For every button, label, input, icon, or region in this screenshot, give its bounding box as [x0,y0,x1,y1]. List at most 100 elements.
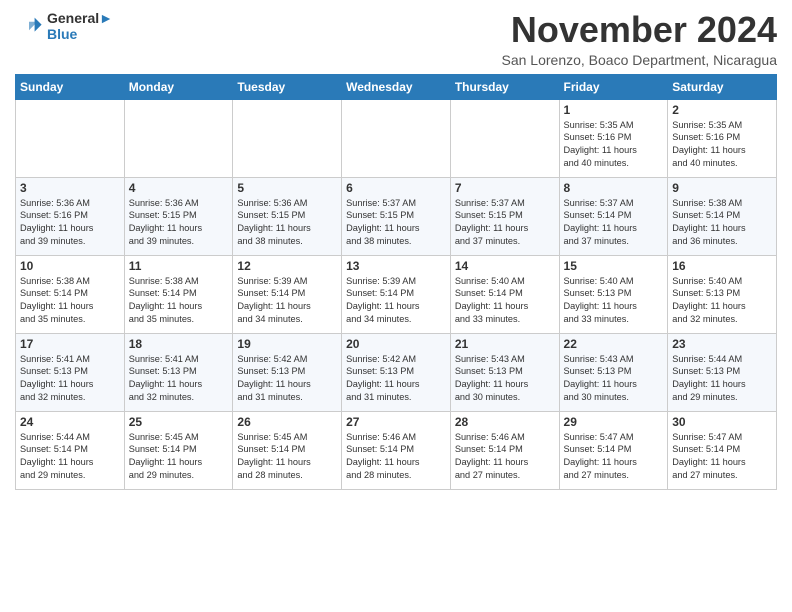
calendar-cell: 10Sunrise: 5:38 AM Sunset: 5:14 PM Dayli… [16,255,125,333]
calendar-cell: 3 Sunrise: 5:36 AM Sunset: 5:16 PM Daylig… [16,177,125,255]
weekday-header-saturday: Saturday [668,74,777,99]
day-number: 26 [237,415,337,429]
calendar-week-row: 10 Sunrise: 5:38 AM Sunset: 5:14 PM Dayli… [16,255,777,333]
calendar-cell: 7 Sunrise: 5:37 AM Sunset: 5:15 PM Daylig… [450,177,559,255]
calendar-cell [450,99,559,177]
day-number: 14 [455,259,555,273]
calendar-cell: 22 Sunrise: 5:43 AM Sunset: 5:13 PM Dayli… [559,333,668,411]
day-number: 2 [672,103,772,117]
weekday-header-row: SundayMondayTuesdayWednesdayThursdayFrid… [16,74,777,99]
day-info: Sunrise: 5:39 AM Sunset: 5:14 PM Dayligh… [346,275,446,327]
calendar-cell: 1Sunrise: 5:35 AM Sunset: 5:16 PM Daylig… [559,99,668,177]
weekday-header-tuesday: Tuesday [233,74,342,99]
day-number: 19 [237,337,337,351]
calendar-cell: 14Sunrise: 5:40 AM Sunset: 5:14 PM Dayli… [450,255,559,333]
day-info: Sunrise: 5:39 AM Sunset: 5:14 PM Dayligh… [237,275,337,327]
day-info: Sunrise: 5:37 AM Sunset: 5:15 PM Dayligh… [455,197,555,249]
calendar-cell: 19 Sunrise: 5:42 AM Sunset: 5:13 PM Dayli… [233,333,342,411]
calendar-cell: 9 Sunrise: 5:38 AM Sunset: 5:14 PM Daylig… [668,177,777,255]
calendar-cell [124,99,233,177]
calendar-week-row: 17 Sunrise: 5:41 AM Sunset: 5:13 PM Dayli… [16,333,777,411]
weekday-header-wednesday: Wednesday [342,74,451,99]
calendar-cell: 4Sunrise: 5:36 AM Sunset: 5:15 PM Daylig… [124,177,233,255]
day-info: Sunrise: 5:47 AM Sunset: 5:14 PM Dayligh… [564,431,664,483]
calendar-cell: 28 Sunrise: 5:46 AM Sunset: 5:14 PM Dayli… [450,411,559,489]
day-number: 28 [455,415,555,429]
location-title: San Lorenzo, Boaco Department, Nicaragua [502,52,778,68]
logo-area: General► Blue [15,10,113,42]
day-info: Sunrise: 5:43 AM Sunset: 5:13 PM Dayligh… [564,353,664,405]
header: General► Blue November 2024 San Lorenzo,… [15,10,777,68]
calendar-cell: 24 Sunrise: 5:44 AM Sunset: 5:14 PM Dayli… [16,411,125,489]
day-info: Sunrise: 5:37 AM Sunset: 5:14 PM Dayligh… [564,197,664,249]
month-title: November 2024 [502,10,778,50]
day-number: 15 [564,259,664,273]
calendar-week-row: 1Sunrise: 5:35 AM Sunset: 5:16 PM Daylig… [16,99,777,177]
day-number: 23 [672,337,772,351]
weekday-header-sunday: Sunday [16,74,125,99]
day-number: 24 [20,415,120,429]
day-info: Sunrise: 5:41 AM Sunset: 5:13 PM Dayligh… [20,353,120,405]
day-info: Sunrise: 5:40 AM Sunset: 5:13 PM Dayligh… [564,275,664,327]
day-info: Sunrise: 5:42 AM Sunset: 5:13 PM Dayligh… [346,353,446,405]
day-number: 18 [129,337,229,351]
calendar-cell: 27 Sunrise: 5:46 AM Sunset: 5:14 PM Dayli… [342,411,451,489]
calendar-cell: 6 Sunrise: 5:37 AM Sunset: 5:15 PM Daylig… [342,177,451,255]
calendar-cell: 25Sunrise: 5:45 AM Sunset: 5:14 PM Dayli… [124,411,233,489]
day-number: 10 [20,259,120,273]
calendar-cell: 30Sunrise: 5:47 AM Sunset: 5:14 PM Dayli… [668,411,777,489]
day-number: 22 [564,337,664,351]
calendar-cell: 16 Sunrise: 5:40 AM Sunset: 5:13 PM Dayli… [668,255,777,333]
calendar-cell: 23 Sunrise: 5:44 AM Sunset: 5:13 PM Dayli… [668,333,777,411]
title-area: November 2024 San Lorenzo, Boaco Departm… [502,10,778,68]
day-number: 3 [20,181,120,195]
day-number: 30 [672,415,772,429]
calendar-cell [16,99,125,177]
calendar-cell: 15 Sunrise: 5:40 AM Sunset: 5:13 PM Dayli… [559,255,668,333]
day-info: Sunrise: 5:42 AM Sunset: 5:13 PM Dayligh… [237,353,337,405]
day-number: 25 [129,415,229,429]
day-number: 7 [455,181,555,195]
day-number: 6 [346,181,446,195]
day-info: Sunrise: 5:36 AM Sunset: 5:15 PM Dayligh… [237,197,337,249]
page: General► Blue November 2024 San Lorenzo,… [0,0,792,500]
calendar-cell: 11Sunrise: 5:38 AM Sunset: 5:14 PM Dayli… [124,255,233,333]
day-info: Sunrise: 5:44 AM Sunset: 5:13 PM Dayligh… [672,353,772,405]
weekday-header-monday: Monday [124,74,233,99]
calendar-cell: 12Sunrise: 5:39 AM Sunset: 5:14 PM Dayli… [233,255,342,333]
weekday-header-thursday: Thursday [450,74,559,99]
day-number: 29 [564,415,664,429]
day-number: 27 [346,415,446,429]
calendar-cell: 5 Sunrise: 5:36 AM Sunset: 5:15 PM Daylig… [233,177,342,255]
day-number: 16 [672,259,772,273]
day-number: 8 [564,181,664,195]
calendar-cell: 2Sunrise: 5:35 AM Sunset: 5:16 PM Daylig… [668,99,777,177]
day-info: Sunrise: 5:38 AM Sunset: 5:14 PM Dayligh… [672,197,772,249]
logo-icon [15,12,43,40]
day-info: Sunrise: 5:36 AM Sunset: 5:16 PM Dayligh… [20,197,120,249]
day-info: Sunrise: 5:44 AM Sunset: 5:14 PM Dayligh… [20,431,120,483]
calendar-table: SundayMondayTuesdayWednesdayThursdayFrid… [15,74,777,490]
calendar-week-row: 24 Sunrise: 5:44 AM Sunset: 5:14 PM Dayli… [16,411,777,489]
day-info: Sunrise: 5:37 AM Sunset: 5:15 PM Dayligh… [346,197,446,249]
day-number: 20 [346,337,446,351]
calendar-cell: 26Sunrise: 5:45 AM Sunset: 5:14 PM Dayli… [233,411,342,489]
day-info: Sunrise: 5:43 AM Sunset: 5:13 PM Dayligh… [455,353,555,405]
calendar-cell: 17 Sunrise: 5:41 AM Sunset: 5:13 PM Dayli… [16,333,125,411]
day-number: 9 [672,181,772,195]
calendar-cell: 13Sunrise: 5:39 AM Sunset: 5:14 PM Dayli… [342,255,451,333]
day-info: Sunrise: 5:38 AM Sunset: 5:14 PM Dayligh… [129,275,229,327]
day-info: Sunrise: 5:36 AM Sunset: 5:15 PM Dayligh… [129,197,229,249]
day-number: 17 [20,337,120,351]
calendar-cell [342,99,451,177]
day-number: 5 [237,181,337,195]
day-info: Sunrise: 5:46 AM Sunset: 5:14 PM Dayligh… [346,431,446,483]
day-info: Sunrise: 5:40 AM Sunset: 5:13 PM Dayligh… [672,275,772,327]
day-number: 21 [455,337,555,351]
day-number: 1 [564,103,664,117]
day-info: Sunrise: 5:41 AM Sunset: 5:13 PM Dayligh… [129,353,229,405]
calendar-cell [233,99,342,177]
weekday-header-friday: Friday [559,74,668,99]
day-info: Sunrise: 5:46 AM Sunset: 5:14 PM Dayligh… [455,431,555,483]
calendar-week-row: 3 Sunrise: 5:36 AM Sunset: 5:16 PM Daylig… [16,177,777,255]
